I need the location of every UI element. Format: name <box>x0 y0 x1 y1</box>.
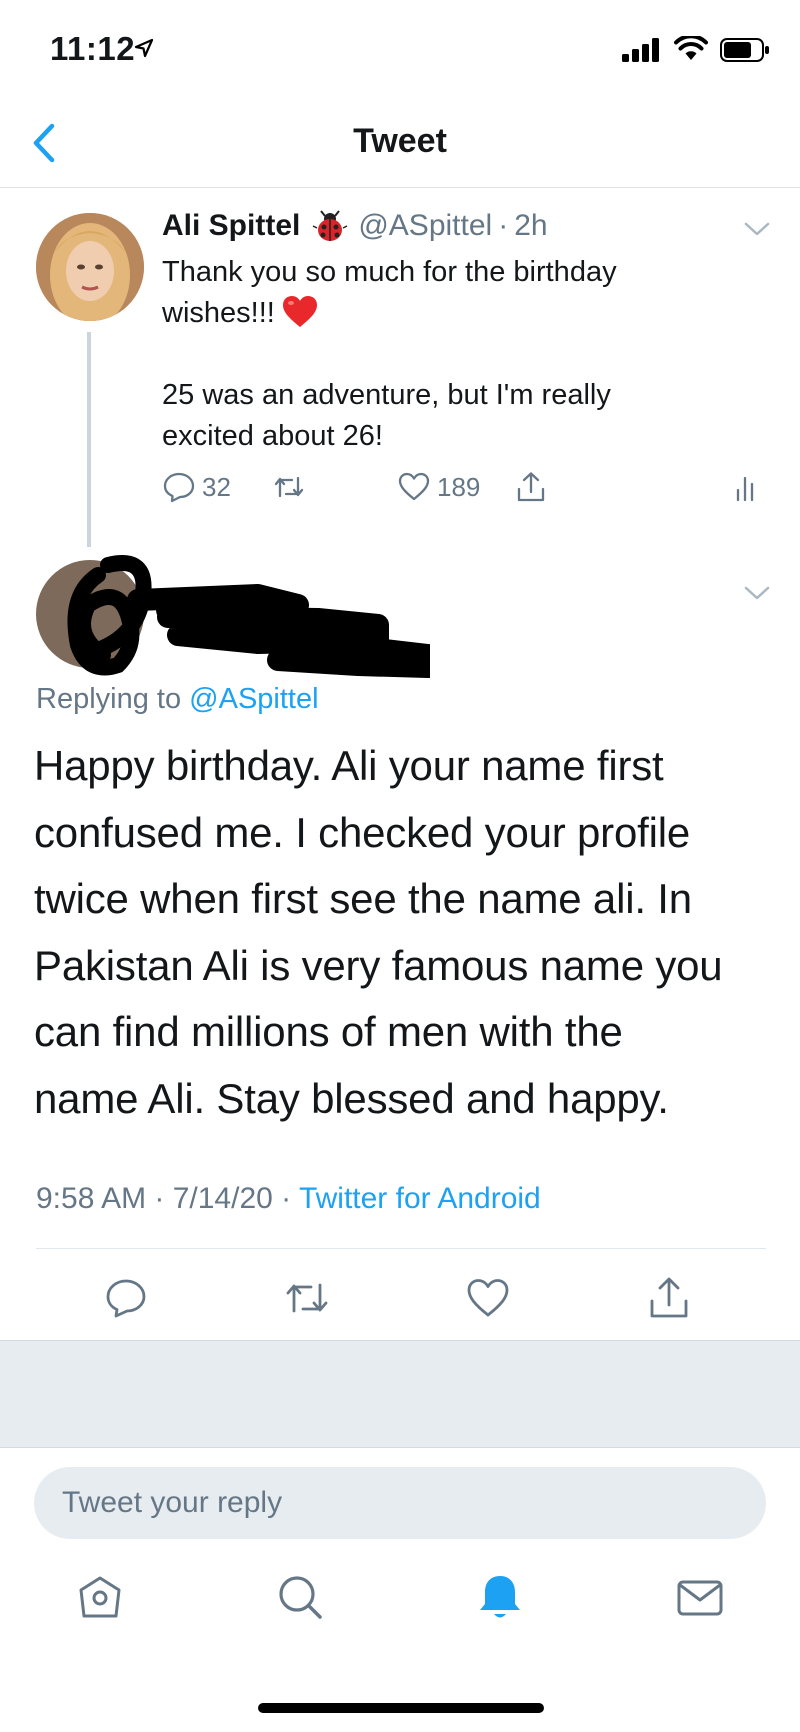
tab-bar <box>0 1570 800 1650</box>
retweet-icon[interactable] <box>283 1274 331 1322</box>
divider <box>36 1248 766 1249</box>
reply-text-line: Happy birthday. Ali your name first <box>34 742 664 789</box>
analytics-icon <box>736 476 754 502</box>
status-bar: 11:12 <box>0 0 800 100</box>
tweet-text: Thank you so much for the birthday wishe… <box>162 252 722 457</box>
reply-icon <box>163 472 195 503</box>
replying-to: Replying to @ASpittel <box>36 683 319 716</box>
chevron-down-icon[interactable] <box>742 218 772 240</box>
source-link[interactable]: Twitter for Android <box>299 1182 541 1215</box>
display-name[interactable]: Ali Spittel <box>162 209 300 243</box>
nav-bar: Tweet <box>0 100 800 188</box>
home-icon[interactable] <box>72 1570 128 1626</box>
tweet-text-fragment: wishes!!! <box>162 297 275 329</box>
reply-button[interactable]: 32 <box>162 470 231 504</box>
red-heart-emoji-icon <box>282 296 317 327</box>
tweet-header: Ali Spittel @ASpittel · 2h <box>162 208 548 244</box>
timestamp: 9:58 AM · 7/14/20 · <box>36 1182 299 1215</box>
page-title: Tweet <box>353 122 447 160</box>
reply-text-line: can find millions of men with the <box>34 1008 623 1055</box>
reply-composer[interactable] <box>34 1467 766 1539</box>
user-handle[interactable]: @ASpittel <box>358 209 492 243</box>
reply-tweet-text: Happy birthday. Ali your name first conf… <box>34 733 774 1132</box>
avatar[interactable] <box>36 213 144 321</box>
tweet-actions: 32 189 <box>162 470 762 514</box>
chevron-down-icon[interactable] <box>742 582 772 604</box>
like-count: 189 <box>437 471 481 502</box>
search-icon[interactable] <box>272 1570 328 1626</box>
detail-actions <box>0 1268 800 1328</box>
reply-text-line: confused me. I checked your profile <box>34 808 691 856</box>
retweet-icon <box>274 476 304 498</box>
notifications-bell-icon[interactable] <box>472 1570 528 1626</box>
avatar-photo <box>36 213 144 321</box>
reply-count: 32 <box>202 471 231 502</box>
tweet-text-line: excited about 26! <box>162 420 383 452</box>
tweet-text-line: wishes!!! <box>162 293 722 334</box>
messages-envelope-icon[interactable] <box>672 1570 728 1626</box>
battery-icon <box>720 38 769 62</box>
wifi-icon <box>674 36 708 60</box>
section-separator <box>0 1340 800 1448</box>
separator-dot: · <box>498 209 509 242</box>
status-indicators <box>622 36 770 62</box>
thread-line <box>87 332 91 547</box>
heart-icon[interactable] <box>464 1274 512 1322</box>
reply-icon[interactable] <box>102 1274 150 1322</box>
replying-handle-link[interactable]: @ASpittel <box>189 683 318 715</box>
share-button[interactable] <box>514 470 548 504</box>
tweet-age: 2h <box>514 209 548 242</box>
ladybug-emoji-icon <box>313 210 348 241</box>
analytics-button[interactable] <box>730 470 764 504</box>
redaction-scribble <box>67 555 430 678</box>
retweet-button[interactable] <box>272 470 306 504</box>
status-time: 11:12 <box>50 30 136 67</box>
reply-input[interactable] <box>34 1467 766 1539</box>
share-icon[interactable] <box>645 1274 693 1322</box>
heart-icon <box>398 472 430 501</box>
tweet-meta: 9:58 AM · 7/14/20 · Twitter for Android <box>36 1182 541 1216</box>
home-indicator[interactable] <box>258 1703 544 1713</box>
location-arrow-icon <box>134 38 154 58</box>
share-icon <box>517 472 545 502</box>
reply-text-line: Pakistan Ali is very famous name you <box>34 941 723 989</box>
reply-text-line: twice when first see the name ali. In <box>34 875 692 922</box>
reply-text-line: name Ali. Stay blessed and happy. <box>34 1074 669 1122</box>
cellular-signal-icon <box>622 38 659 62</box>
like-button[interactable]: 189 <box>397 470 480 504</box>
replying-prefix: Replying to <box>36 683 190 715</box>
tweet-text-line: 25 was an adventure, but I'm really <box>162 379 611 411</box>
tweet-text-line: Thank you so much for the birthday <box>162 256 617 288</box>
